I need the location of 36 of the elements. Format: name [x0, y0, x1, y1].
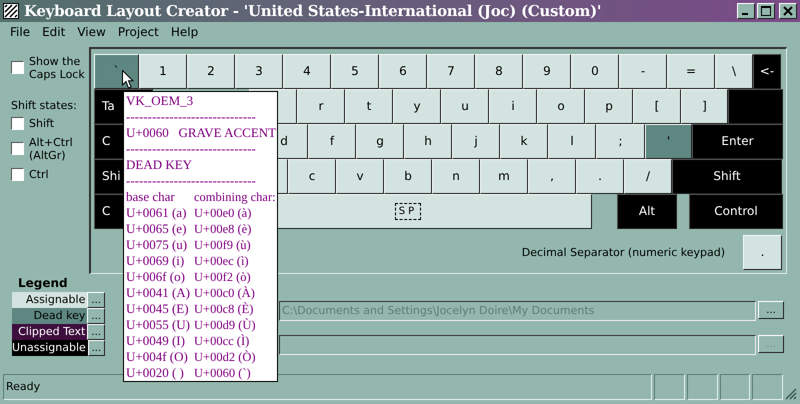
tooltip-text: U+00ec (ì) [194, 253, 249, 269]
tooltip-text: U+0041 (A) [126, 285, 192, 301]
tooltip-text: U+0049 (I) [126, 333, 186, 349]
tooltip-text: U+0045 (E) [126, 301, 190, 317]
section-label: Shift states: [11, 98, 78, 112]
checkbox-label: Ctrl [29, 168, 50, 181]
tooltip-line: DEAD KEY [126, 157, 194, 173]
tooltip-line: ------------------------------ [126, 173, 257, 189]
legend-swatch: Assignable [12, 292, 88, 308]
tooltip-text: U+0075 (u) [126, 237, 188, 253]
legend-swatch: Clipped Text [12, 324, 88, 340]
tooltip-line: ------------------------------ [126, 109, 257, 125]
legend-swatch: Dead key [12, 308, 88, 324]
tooltip-text: U+0061 (a) [126, 205, 188, 221]
legend-swatch: Unassignable [12, 340, 88, 356]
tooltip-text: U+00c0 (À) [194, 285, 255, 301]
tooltip-text: U+00d2 (Ò) [194, 349, 256, 365]
tooltip-text: U+00f9 (ù) [194, 237, 251, 253]
tooltip-text: U+00cc (Ì) [194, 333, 250, 349]
tooltip-text: base char [126, 189, 176, 205]
tooltip-text: U+00f2 (ò) [194, 269, 251, 285]
window-title: Keyboard Layout Creator - 'United States-International (Joc) (Custom)' [24, 2, 602, 20]
tooltip-text: U+0065 (e) [126, 221, 188, 237]
tooltip-text: U+0055 (U) [126, 317, 192, 333]
tooltip-text: U+00d9 (Ù) [194, 317, 256, 333]
checkbox-label: Alt+Ctrl (AltGr) [29, 136, 74, 162]
tooltip-line: ------------------------------ [126, 141, 257, 157]
tooltip-text: U+0069 (i) [126, 253, 186, 269]
legend-title: Legend [18, 276, 69, 290]
tooltip-text: U+006f (o) [126, 269, 186, 285]
checkbox-label: Shift [29, 116, 56, 130]
tooltip-text: U+004f (O) [126, 349, 189, 365]
checkbox-label: Show the Caps Lock [29, 54, 86, 81]
decimal-separator-label: Decimal Separator (numeric keypad) [522, 246, 725, 259]
tooltip-text: U+00c8 (È) [194, 301, 254, 317]
tooltip-line: VK_OEM_3 [126, 93, 194, 109]
